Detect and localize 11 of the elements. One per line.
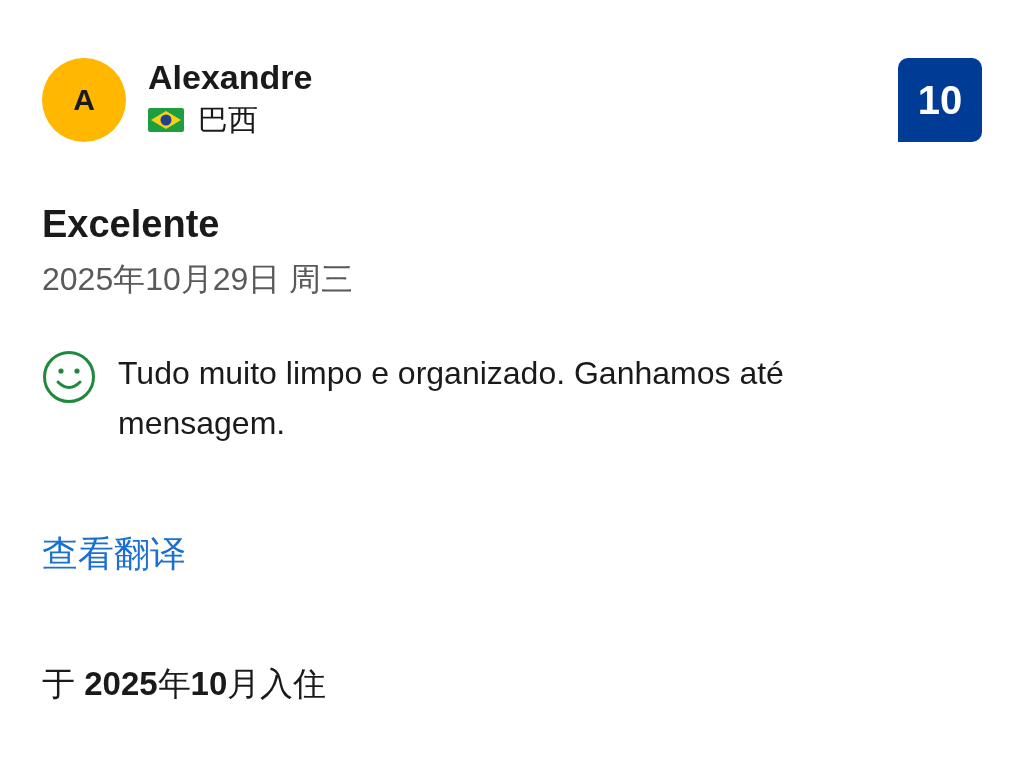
avatar: A [42, 58, 126, 142]
translate-link[interactable]: 查看翻译 [42, 532, 186, 576]
review-text: Tudo muito limpo e organizado. Ganhamos até mensagem. [118, 354, 785, 443]
score-badge: 10 [898, 58, 982, 142]
flag-icon [148, 108, 184, 132]
review-date: 2025年10月29日 周三 [42, 260, 355, 298]
review-title: Excelente [42, 202, 221, 246]
reviewer-country: 巴西 [198, 102, 258, 138]
smiley-icon [42, 350, 96, 404]
stay-date: 于 2025年10月入住 [42, 664, 328, 704]
reviewer-name: Alexandre [148, 58, 314, 96]
